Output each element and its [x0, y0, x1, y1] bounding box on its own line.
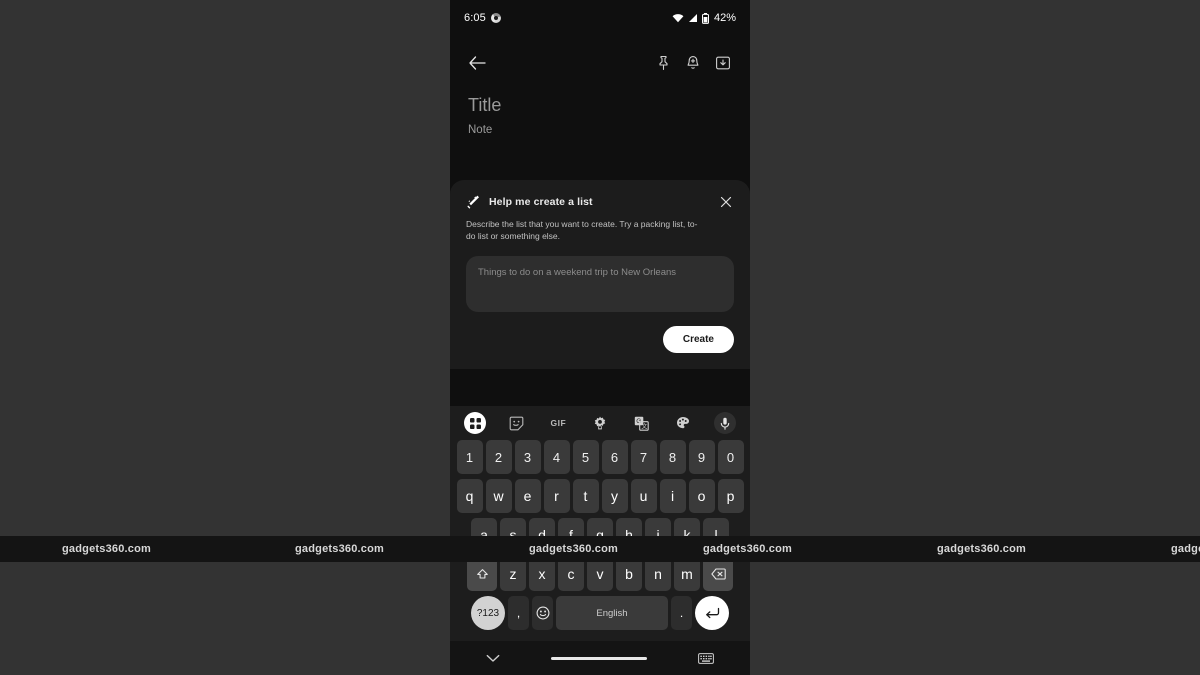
key-2[interactable]: 2: [485, 440, 512, 474]
apps-grid-icon[interactable]: [464, 412, 486, 434]
status-bar-clock: 6:05: [464, 12, 486, 24]
keyboard-row-bottom: ?123 , English .: [450, 596, 750, 630]
settings-gear-icon[interactable]: [589, 412, 611, 434]
watermark-text: gadgets360.com: [937, 543, 1027, 555]
battery-percent: 42%: [713, 12, 736, 24]
key-m[interactable]: m: [674, 557, 700, 591]
ai-card-description: Describe the list that you want to creat…: [466, 219, 698, 241]
on-screen-keyboard: GIF G文 1 2 3 4 5 6 7 8 9 0 q w e r t y u…: [450, 406, 750, 641]
keyboard-toolbar: GIF G文: [450, 406, 750, 440]
phone-screen: 6:05 42% Title Note Help me create a lis…: [450, 0, 750, 675]
ai-card-actions: Create: [466, 326, 734, 353]
ai-card-header: Help me create a list: [466, 194, 734, 210]
key-t[interactable]: t: [572, 479, 599, 513]
magic-wand-icon: [466, 195, 481, 210]
status-bar-left: 6:05: [464, 12, 501, 24]
note-editor: Title Note: [450, 92, 750, 136]
keyboard-icon[interactable]: [698, 652, 714, 664]
add-reminder-bell-icon[interactable]: [678, 48, 708, 78]
period-key[interactable]: .: [671, 596, 692, 630]
key-q[interactable]: q: [456, 479, 483, 513]
back-arrow-icon[interactable]: [462, 48, 492, 78]
gif-icon[interactable]: GIF: [547, 412, 569, 434]
key-k[interactable]: k: [674, 518, 700, 552]
key-g[interactable]: g: [587, 518, 613, 552]
keyboard-row-home: a s d f g h j k l: [450, 518, 750, 552]
key-s[interactable]: s: [500, 518, 526, 552]
watermark-text: gadgets360.com: [295, 543, 385, 555]
key-3[interactable]: 3: [514, 440, 541, 474]
key-7[interactable]: 7: [630, 440, 657, 474]
svg-text:文: 文: [642, 422, 648, 430]
archive-icon[interactable]: [708, 48, 738, 78]
key-p[interactable]: p: [717, 479, 744, 513]
theme-palette-icon[interactable]: [672, 412, 694, 434]
ai-help-create-list-card: Help me create a list Describe the list …: [450, 180, 750, 369]
key-y[interactable]: y: [601, 479, 628, 513]
key-u[interactable]: u: [630, 479, 657, 513]
key-i[interactable]: i: [659, 479, 686, 513]
key-4[interactable]: 4: [543, 440, 570, 474]
translate-icon[interactable]: G文: [631, 412, 653, 434]
sticker-icon[interactable]: [506, 412, 528, 434]
key-n[interactable]: n: [645, 557, 671, 591]
key-d[interactable]: d: [529, 518, 555, 552]
key-f[interactable]: f: [558, 518, 584, 552]
chevron-down-icon[interactable]: [486, 654, 500, 663]
status-bar: 6:05 42%: [450, 0, 750, 36]
create-button[interactable]: Create: [662, 326, 734, 353]
close-icon[interactable]: [718, 194, 734, 210]
key-b[interactable]: b: [616, 557, 642, 591]
key-w[interactable]: w: [485, 479, 512, 513]
enter-icon[interactable]: [695, 596, 729, 630]
watermark-text: gadgets360.com: [62, 543, 152, 555]
key-l[interactable]: l: [703, 518, 729, 552]
note-body-input[interactable]: Note: [468, 124, 732, 136]
key-o[interactable]: o: [688, 479, 715, 513]
screenshot-stage: 6:05 42% Title Note Help me create a lis…: [0, 0, 1200, 675]
symbols-key[interactable]: ?123: [471, 596, 505, 630]
key-5[interactable]: 5: [572, 440, 599, 474]
home-indicator[interactable]: [551, 656, 647, 660]
key-x[interactable]: x: [529, 557, 555, 591]
key-z[interactable]: z: [500, 557, 526, 591]
keyboard-row-top: q w e r t y u i o p: [450, 479, 750, 513]
ai-card-title: Help me create a list: [489, 196, 593, 208]
chrome-icon: [490, 13, 501, 23]
key-1[interactable]: 1: [456, 440, 483, 474]
emoji-icon[interactable]: [532, 596, 553, 630]
keyboard-row-bottom-letters: z x c v b n m: [450, 557, 750, 591]
space-key[interactable]: English: [556, 596, 668, 630]
status-bar-right: 42%: [672, 12, 736, 24]
wifi-icon: [672, 13, 684, 23]
gif-label: GIF: [550, 418, 567, 428]
key-h[interactable]: h: [616, 518, 642, 552]
battery-icon: [701, 12, 709, 24]
comma-key[interactable]: ,: [508, 596, 529, 630]
shift-icon[interactable]: [467, 557, 497, 591]
backspace-icon[interactable]: [703, 557, 733, 591]
key-0[interactable]: 0: [717, 440, 744, 474]
system-navigation-bar: [450, 641, 750, 675]
microphone-icon[interactable]: [713, 412, 736, 434]
key-v[interactable]: v: [587, 557, 613, 591]
key-a[interactable]: a: [471, 518, 497, 552]
key-6[interactable]: 6: [601, 440, 628, 474]
pin-icon[interactable]: [648, 48, 678, 78]
note-toolbar: [450, 44, 750, 82]
key-c[interactable]: c: [558, 557, 584, 591]
key-j[interactable]: j: [645, 518, 671, 552]
key-9[interactable]: 9: [688, 440, 715, 474]
watermark-text: gadgets360.com: [1171, 543, 1200, 555]
key-8[interactable]: 8: [659, 440, 686, 474]
ai-prompt-input[interactable]: Things to do on a weekend trip to New Or…: [466, 256, 734, 312]
keyboard-row-numbers: 1 2 3 4 5 6 7 8 9 0: [450, 440, 750, 474]
key-e[interactable]: e: [514, 479, 541, 513]
cellular-signal-icon: [688, 13, 698, 23]
note-title-input[interactable]: Title: [468, 92, 732, 118]
key-r[interactable]: r: [543, 479, 570, 513]
